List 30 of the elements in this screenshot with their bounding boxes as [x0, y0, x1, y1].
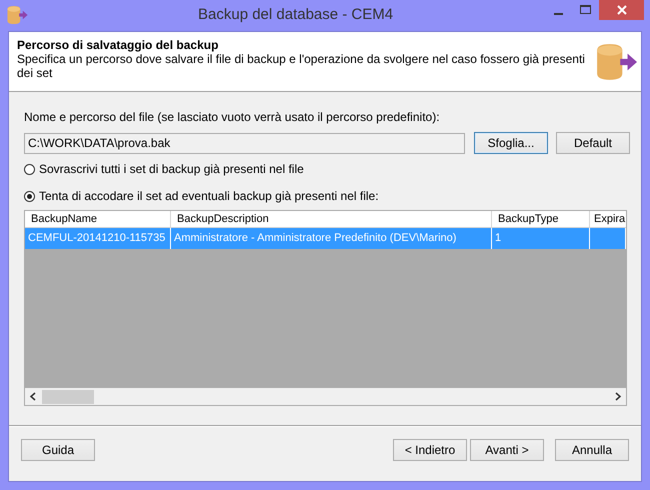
minimize-icon	[554, 13, 563, 15]
next-button[interactable]: Avanti >	[470, 439, 544, 461]
browse-button[interactable]: Sfoglia...	[474, 132, 548, 154]
horizontal-scrollbar[interactable]	[25, 388, 626, 405]
radio-button[interactable]	[24, 164, 35, 174]
column-header[interactable]: Expira	[590, 211, 626, 228]
column-header[interactable]: BackupName	[25, 211, 171, 228]
scroll-thumb[interactable]	[42, 390, 94, 404]
column-header[interactable]: BackupDescription	[171, 211, 492, 228]
help-button[interactable]: Guida	[21, 439, 95, 461]
table-cell: Amministratore - Amministratore Predefinito (DEV\Marino)	[171, 228, 492, 249]
database-export-icon	[595, 44, 637, 80]
radio-button[interactable]	[24, 190, 35, 202]
maximize-icon	[580, 5, 591, 15]
close-icon	[616, 5, 626, 15]
table-cell: CEMFUL-20141210-115735	[25, 228, 171, 249]
window-title: Backup del database - CEM4	[198, 6, 394, 23]
close-button[interactable]	[599, 0, 644, 20]
back-button[interactable]: < Indietro	[393, 439, 467, 461]
cancel-button[interactable]: Annulla	[555, 439, 629, 461]
header-description: Specifica un percorso dove salvare il file di backup e l'operazione da svolgere nel caso fossero già presenti dei set	[17, 52, 585, 80]
table-cell: 1	[492, 228, 590, 249]
default-button[interactable]: Default	[556, 132, 630, 154]
column-header[interactable]: BackupType	[492, 211, 590, 228]
radio-label[interactable]: Tenta di accodare il set ad eventuali backup già presenti nel file:	[39, 189, 379, 203]
header-title: Percorso di salvataggio del backup	[17, 38, 220, 52]
radio-label[interactable]: Sovrascrivi tutti i set di backup già presenti nel file	[39, 162, 304, 176]
app-icon	[6, 6, 28, 24]
field-label: Nome e percorso del file (se lasciato vuoto verrà usato il percorso predefinito):	[24, 110, 441, 124]
file-path-field[interactable]: C:\WORK\DATA\prova.bak	[24, 132, 465, 154]
